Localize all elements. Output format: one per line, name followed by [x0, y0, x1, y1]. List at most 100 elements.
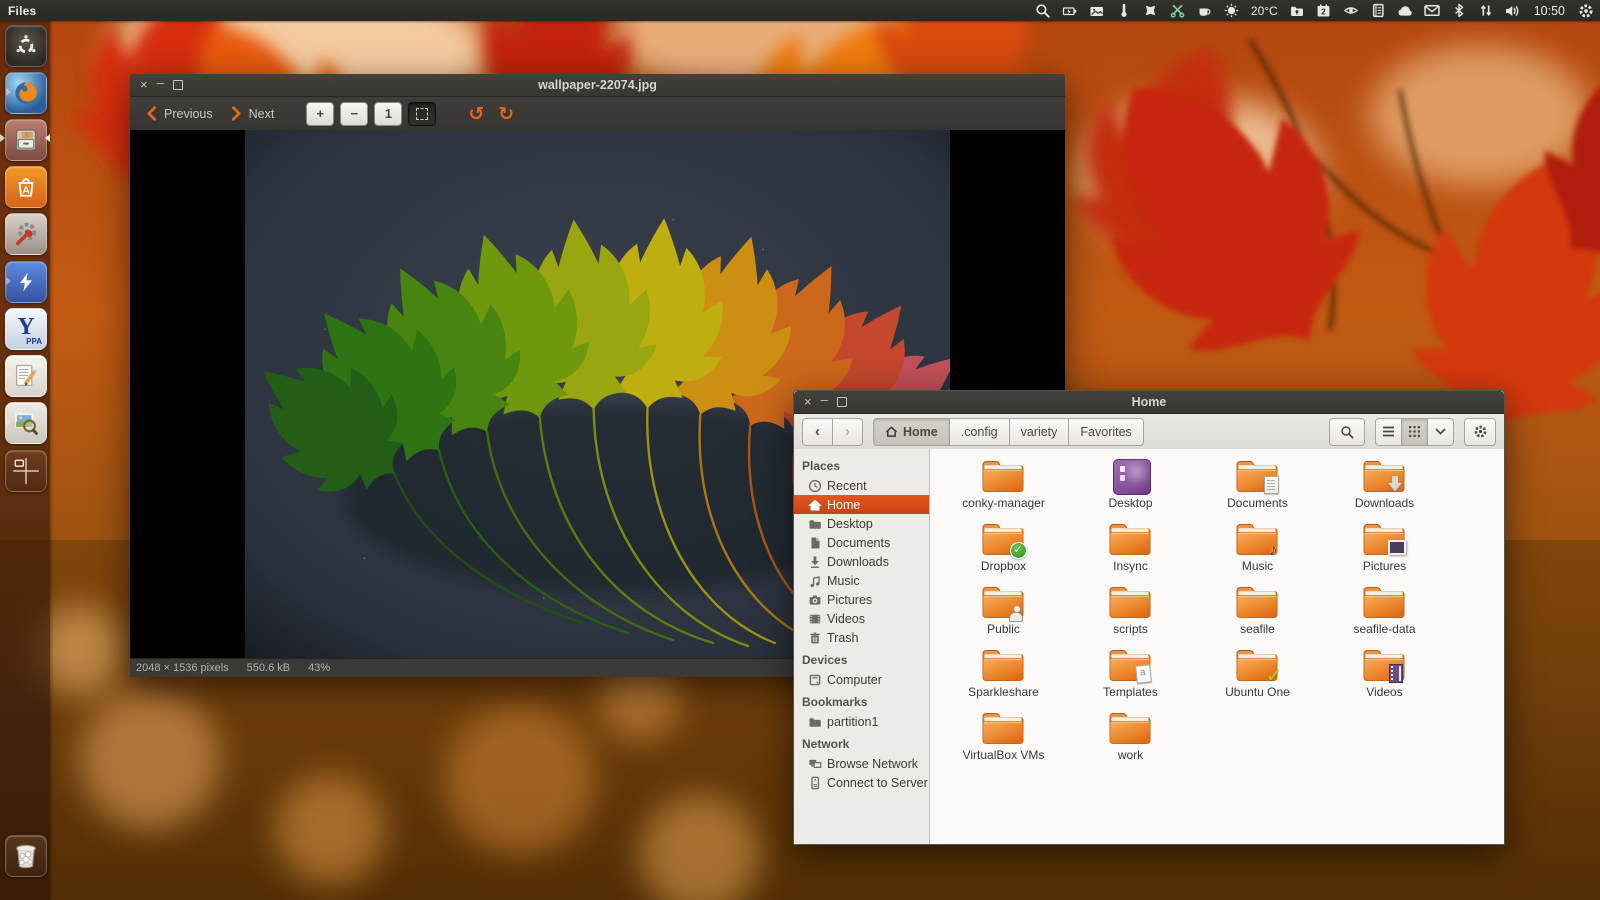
- forward-button[interactable]: ›: [833, 418, 863, 446]
- sidebar-item-trash[interactable]: Trash: [794, 628, 929, 647]
- folder-item[interactable]: Insync: [1067, 520, 1194, 583]
- sidebar-item-pictures[interactable]: Pictures: [794, 590, 929, 609]
- folder-label: Pictures: [1363, 559, 1406, 573]
- privacy-eye-icon[interactable]: [1343, 3, 1359, 19]
- next-button[interactable]: Next: [225, 103, 281, 124]
- best-fit-button[interactable]: [408, 102, 436, 126]
- rotate-left-icon[interactable]: ↺: [464, 103, 488, 125]
- temperature-readout[interactable]: 20°C: [1251, 4, 1278, 18]
- search-icon[interactable]: [1035, 3, 1051, 19]
- launcher-item-system-settings[interactable]: [5, 213, 47, 255]
- maximize-icon[interactable]: [173, 80, 183, 90]
- folder-item[interactable]: Public: [940, 583, 1067, 646]
- network-traffic-icon[interactable]: [1478, 3, 1494, 19]
- sidebar-item-browse-network[interactable]: Browse Network: [794, 754, 929, 773]
- weather-sun-icon[interactable]: [1224, 3, 1240, 19]
- sidebar-item-downloads[interactable]: Downloads: [794, 552, 929, 571]
- clock[interactable]: 10:50: [1534, 4, 1565, 18]
- keyring-folder-icon[interactable]: [1289, 3, 1305, 19]
- folder-item[interactable]: Videos: [1321, 646, 1448, 709]
- previous-button[interactable]: Previous: [140, 103, 219, 124]
- folder-icon: [1107, 583, 1155, 621]
- camera-icon: [808, 593, 822, 607]
- sidebar-item-videos[interactable]: Videos: [794, 609, 929, 628]
- search-button[interactable]: [1329, 418, 1365, 446]
- wallpaper-changer-icon[interactable]: [1089, 3, 1105, 19]
- folder-item[interactable]: Music: [1194, 520, 1321, 583]
- launcher-item-firefox[interactable]: [5, 72, 47, 114]
- folder-item[interactable]: Desktop: [1067, 457, 1194, 520]
- folder-label: Documents: [1227, 496, 1288, 510]
- folder-emblem: [1264, 476, 1279, 494]
- scissors-icon[interactable]: [1170, 3, 1186, 19]
- volume-icon[interactable]: [1505, 3, 1521, 19]
- rotate-right-icon[interactable]: ↻: [494, 103, 518, 125]
- folder-item[interactable]: seafile: [1194, 583, 1321, 646]
- settings-gear-button[interactable]: [1464, 418, 1496, 446]
- sidebar-item-recent[interactable]: Recent: [794, 476, 929, 495]
- zoom-out-button[interactable]: −: [340, 102, 368, 126]
- file-grid-area[interactable]: conky-manager Desk: [930, 449, 1504, 844]
- global-app-menu[interactable]: Files: [8, 4, 36, 18]
- launcher-item-trash[interactable]: [5, 835, 47, 877]
- folder-emblem: [1010, 542, 1027, 559]
- folder-item[interactable]: Downloads: [1321, 457, 1448, 520]
- zoom-normal-button[interactable]: 1: [374, 102, 402, 126]
- battery-icon[interactable]: [1062, 3, 1078, 19]
- close-icon[interactable]: ×: [140, 80, 148, 90]
- cloud-icon[interactable]: [1397, 3, 1413, 19]
- zoom-in-button[interactable]: +: [306, 102, 334, 126]
- file-manager-titlebar[interactable]: × – Home: [794, 391, 1504, 414]
- sidebar-item-connect-to-server[interactable]: Connect to Server: [794, 773, 929, 792]
- list-view-button[interactable]: [1375, 418, 1402, 446]
- breadcrumb-variety[interactable]: variety: [1010, 418, 1070, 446]
- calendar-icon[interactable]: 2: [1316, 3, 1332, 19]
- folder-item[interactable]: Sparkleshare: [940, 646, 1067, 709]
- sidebar-item-desktop[interactable]: Desktop: [794, 514, 929, 533]
- folder-item[interactable]: VirtualBox VMs: [940, 709, 1067, 772]
- grid-view-button[interactable]: [1402, 418, 1428, 446]
- bluetooth-icon[interactable]: [1451, 3, 1467, 19]
- folder-item[interactable]: conky-manager: [940, 457, 1067, 520]
- folder-item[interactable]: Documents: [1194, 457, 1321, 520]
- sidebar-item-documents[interactable]: Documents: [794, 533, 929, 552]
- sync-star-icon[interactable]: [1143, 3, 1159, 19]
- launcher-item-messenger[interactable]: [5, 261, 47, 303]
- minimize-icon[interactable]: –: [821, 395, 828, 405]
- launcher-item-image-viewer[interactable]: [5, 402, 47, 444]
- caffeine-cup-icon[interactable]: [1197, 3, 1213, 19]
- maximize-icon[interactable]: [837, 397, 847, 407]
- sidebar-item-computer[interactable]: Computer: [794, 670, 929, 689]
- folder-icon: [980, 646, 1028, 684]
- folder-item[interactable]: Ubuntu One: [1194, 646, 1321, 709]
- launcher-item-dash-home[interactable]: [5, 25, 47, 67]
- back-button[interactable]: ‹: [802, 418, 833, 446]
- mail-icon[interactable]: [1424, 3, 1440, 19]
- folder-item[interactable]: Templates: [1067, 646, 1194, 709]
- gear-icon: [1473, 424, 1488, 439]
- launcher-item-y-ppa-manager[interactable]: YPPA: [5, 308, 47, 350]
- thermometer-icon[interactable]: [1116, 3, 1132, 19]
- breadcrumb-home[interactable]: Home: [873, 418, 950, 446]
- view-options-button[interactable]: [1428, 418, 1454, 446]
- previous-label: Previous: [164, 107, 213, 121]
- sidebar-item-music[interactable]: Music: [794, 571, 929, 590]
- sidebar-item-partition1[interactable]: partition1: [794, 712, 929, 731]
- sidebar-heading-bookmarks: Bookmarks: [794, 689, 929, 712]
- folder-item[interactable]: scripts: [1067, 583, 1194, 646]
- journal-icon[interactable]: [1370, 3, 1386, 19]
- close-icon[interactable]: ×: [804, 397, 812, 407]
- folder-item[interactable]: work: [1067, 709, 1194, 772]
- folder-item[interactable]: Pictures: [1321, 520, 1448, 583]
- launcher-item-workspace-switcher[interactable]: [5, 450, 47, 492]
- launcher-item-software-center[interactable]: A: [5, 166, 47, 208]
- folder-item[interactable]: seafile-data: [1321, 583, 1448, 646]
- launcher-item-text-editor[interactable]: [5, 355, 47, 397]
- breadcrumb-config[interactable]: .config: [950, 418, 1010, 446]
- session-gear-icon[interactable]: [1578, 3, 1594, 19]
- sidebar-item-home[interactable]: Home: [794, 495, 929, 514]
- minimize-icon[interactable]: –: [157, 78, 164, 88]
- folder-item[interactable]: Dropbox: [940, 520, 1067, 583]
- breadcrumb-favorites[interactable]: Favorites: [1069, 418, 1143, 446]
- viewer-titlebar[interactable]: × – wallpaper-22074.jpg: [130, 74, 1065, 97]
